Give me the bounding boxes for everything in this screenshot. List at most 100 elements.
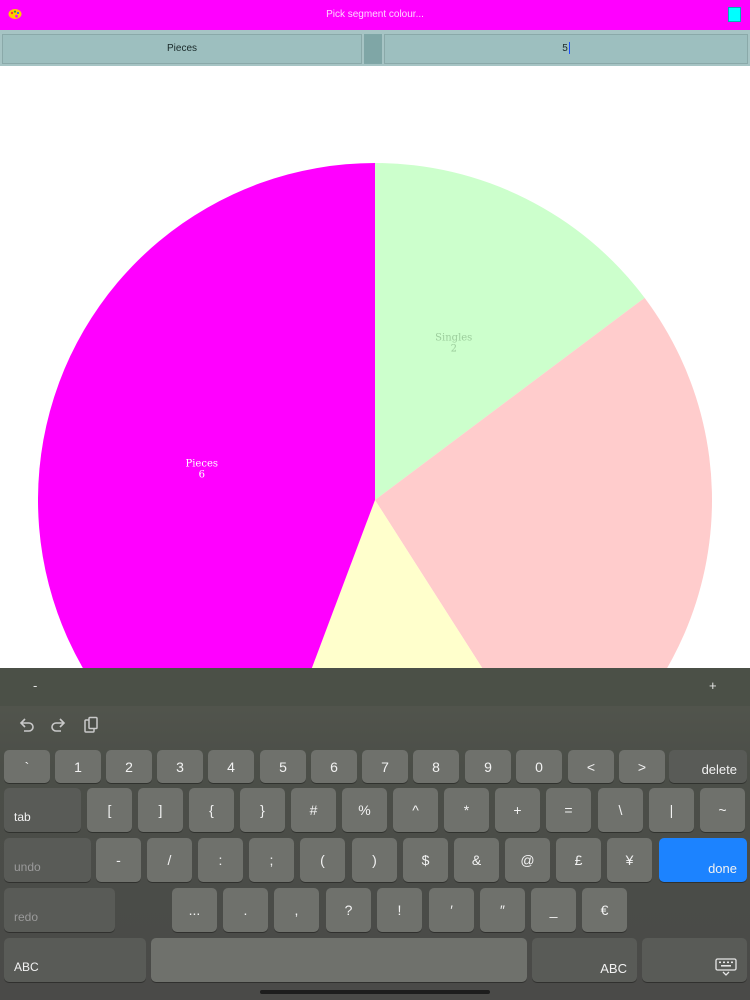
segment-name-value: Pieces bbox=[166, 43, 197, 54]
key[interactable]: ! bbox=[377, 888, 422, 932]
key[interactable]: @ bbox=[505, 838, 550, 882]
key[interactable]: % bbox=[342, 788, 387, 832]
key[interactable]: \ bbox=[598, 788, 643, 832]
key[interactable]: # bbox=[291, 788, 336, 832]
slice-label-name: Singles bbox=[435, 333, 472, 344]
segment-editor: Pieces 5 bbox=[0, 30, 750, 66]
key[interactable]: 4 bbox=[208, 750, 254, 783]
key[interactable]: ? bbox=[326, 888, 371, 932]
key[interactable]: 0 bbox=[516, 750, 562, 783]
key-label: ) bbox=[372, 852, 377, 868]
key[interactable]: ) bbox=[352, 838, 397, 882]
key-label: € bbox=[600, 902, 609, 918]
done-button[interactable]: done bbox=[659, 838, 747, 882]
key[interactable]: $ bbox=[403, 838, 448, 882]
key-label: undo bbox=[14, 860, 41, 874]
key-label: ? bbox=[344, 902, 353, 918]
page-title: Pick segment colour... bbox=[326, 9, 424, 20]
segment-name-field[interactable]: Pieces bbox=[2, 34, 362, 64]
slice-label-value: 6 bbox=[199, 470, 205, 481]
top-bar: Pick segment colour... bbox=[0, 0, 750, 30]
undo-key[interactable]: undo bbox=[4, 838, 91, 882]
key-label: ~ bbox=[718, 802, 727, 818]
key[interactable]: £ bbox=[556, 838, 601, 882]
key[interactable]: & bbox=[454, 838, 499, 882]
key-label: + bbox=[513, 802, 522, 818]
key-label: = bbox=[564, 802, 573, 818]
tab-key[interactable]: tab bbox=[4, 788, 81, 832]
segment-value-text: 5 bbox=[562, 43, 568, 54]
key[interactable]: = bbox=[546, 788, 591, 832]
key-label: # bbox=[309, 802, 318, 818]
key-label: < bbox=[586, 758, 596, 775]
key[interactable]: { bbox=[189, 788, 234, 832]
key-label: 3 bbox=[176, 758, 184, 775]
key[interactable]: 9 bbox=[465, 750, 511, 783]
key[interactable]: ′ bbox=[429, 888, 474, 932]
key-label: > bbox=[637, 758, 647, 775]
key-label: _ bbox=[549, 902, 558, 918]
key[interactable]: _ bbox=[531, 888, 576, 932]
key[interactable]: ; bbox=[249, 838, 294, 882]
key-label: 1 bbox=[74, 758, 82, 775]
key-label: ... bbox=[188, 902, 201, 918]
key[interactable]: > bbox=[619, 750, 665, 783]
key[interactable]: : bbox=[198, 838, 243, 882]
dismiss-keyboard-key[interactable] bbox=[642, 938, 747, 982]
pie-slice-pieces[interactable] bbox=[37, 163, 375, 670]
key[interactable]: , bbox=[274, 888, 319, 932]
colour-swatch[interactable] bbox=[728, 7, 741, 22]
key[interactable]: - bbox=[96, 838, 141, 882]
key[interactable]: [ bbox=[87, 788, 132, 832]
key[interactable]: * bbox=[444, 788, 489, 832]
key[interactable]: | bbox=[649, 788, 694, 832]
key-label: 0 bbox=[535, 758, 543, 775]
key[interactable]: < bbox=[568, 750, 614, 783]
redo-key[interactable]: redo bbox=[4, 888, 115, 932]
undo-icon[interactable] bbox=[17, 716, 35, 734]
key[interactable]: 3 bbox=[157, 750, 203, 783]
key-label: & bbox=[471, 852, 482, 868]
abc-key-right[interactable]: ABC bbox=[532, 938, 637, 982]
key[interactable]: . bbox=[223, 888, 268, 932]
pie-chart: Singles2 Pieces6 bbox=[37, 163, 712, 670]
key-label: ^ bbox=[412, 802, 419, 818]
key-label: 4 bbox=[227, 758, 235, 775]
key[interactable]: + bbox=[495, 788, 540, 832]
key[interactable]: 7 bbox=[362, 750, 408, 783]
key[interactable]: 6 bbox=[311, 750, 357, 783]
slice-label-value: 2 bbox=[451, 344, 457, 355]
key-label: ] bbox=[158, 802, 163, 818]
key[interactable]: 2 bbox=[106, 750, 152, 783]
key[interactable]: 8 bbox=[413, 750, 459, 783]
key[interactable]: € bbox=[582, 888, 627, 932]
key[interactable]: 5 bbox=[260, 750, 306, 783]
paste-icon[interactable] bbox=[82, 716, 100, 734]
key-label: done bbox=[708, 861, 737, 876]
key[interactable]: ( bbox=[300, 838, 345, 882]
key-label: £ bbox=[574, 852, 583, 868]
key-label: ( bbox=[320, 852, 325, 868]
key-label: ′ bbox=[450, 902, 453, 918]
key[interactable]: / bbox=[147, 838, 192, 882]
key[interactable]: ~ bbox=[700, 788, 745, 832]
key[interactable]: } bbox=[240, 788, 285, 832]
key[interactable]: ^ bbox=[393, 788, 438, 832]
key[interactable]: ` bbox=[4, 750, 50, 783]
key-label: / bbox=[167, 852, 172, 868]
redo-icon[interactable] bbox=[50, 716, 68, 734]
increment-button[interactable]: + bbox=[709, 678, 717, 693]
space-bar[interactable] bbox=[151, 938, 527, 982]
key[interactable]: ″ bbox=[480, 888, 525, 932]
home-indicator[interactable] bbox=[260, 990, 490, 994]
key[interactable]: 1 bbox=[55, 750, 101, 783]
decrement-button[interactable]: - bbox=[33, 678, 37, 693]
key[interactable]: ] bbox=[138, 788, 183, 832]
segment-value-field[interactable]: 5 bbox=[384, 34, 748, 64]
abc-key-left[interactable]: ABC bbox=[4, 938, 146, 982]
delete-key[interactable]: delete bbox=[669, 750, 747, 783]
field-divider bbox=[364, 34, 382, 64]
key[interactable]: ¥ bbox=[607, 838, 652, 882]
key-label: } bbox=[260, 802, 265, 818]
key[interactable]: ... bbox=[172, 888, 217, 932]
